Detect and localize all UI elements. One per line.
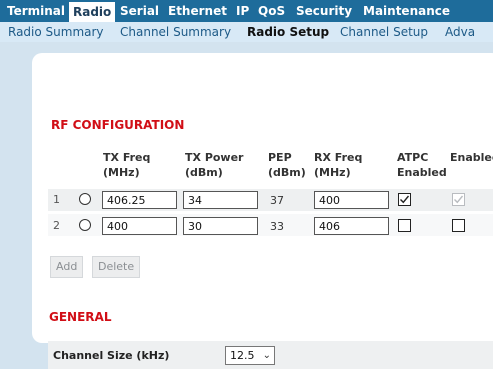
header-rx-freq-line2: (MHz) (314, 166, 351, 179)
tab-qos[interactable]: QoS (258, 0, 285, 22)
row-select-radio[interactable] (79, 193, 91, 205)
enabled-checkbox[interactable] (452, 219, 465, 232)
row-number: 1 (53, 193, 60, 206)
channel-size-label: Channel Size (kHz) (53, 349, 170, 362)
header-atpc-line2: Enabled (397, 166, 447, 179)
subnav-radio-setup[interactable]: Radio Setup (247, 22, 329, 42)
chevron-down-icon: ⌄ (262, 350, 271, 361)
subnav-advanced[interactable]: Adva (445, 22, 475, 42)
general-title: GENERAL (49, 310, 112, 324)
header-rx-freq-line1: RX Freq (314, 151, 363, 164)
tab-ip[interactable]: IP (236, 0, 249, 22)
header-pep: PEP (dBm) (268, 150, 306, 180)
pep-value: 37 (270, 194, 284, 207)
channel-size-value: 12.5 (230, 349, 255, 362)
row-number: 2 (53, 219, 60, 232)
atpc-enabled-checkbox[interactable] (398, 219, 411, 232)
sub-nav: Radio Summary Channel Summary Radio Setu… (0, 22, 493, 42)
header-tx-freq-line1: TX Freq (103, 151, 151, 164)
header-enabled: Enabled (450, 150, 493, 165)
delete-button[interactable]: Delete (92, 256, 141, 278)
tx-freq-input[interactable] (102, 191, 177, 209)
enabled-checkbox[interactable] (452, 193, 465, 206)
header-tx-power-line1: TX Power (185, 151, 244, 164)
atpc-enabled-checkbox[interactable] (398, 193, 411, 206)
subnav-channel-setup[interactable]: Channel Setup (340, 22, 428, 42)
header-tx-power-line2: (dBm) (185, 166, 223, 179)
tx-freq-input[interactable] (102, 217, 177, 235)
top-nav: Terminal Radio Serial Ethernet IP QoS Se… (0, 0, 493, 22)
tab-terminal[interactable]: Terminal (7, 0, 65, 22)
tab-ethernet[interactable]: Ethernet (168, 0, 227, 22)
tx-power-input[interactable] (183, 217, 258, 235)
subnav-radio-summary[interactable]: Radio Summary (8, 22, 104, 42)
header-pep-line2: (dBm) (268, 166, 306, 179)
header-tx-freq-line2: (MHz) (103, 166, 140, 179)
header-tx-freq: TX Freq (MHz) (103, 150, 150, 180)
tab-maintenance[interactable]: Maintenance (363, 0, 450, 22)
pep-value: 33 (270, 220, 284, 233)
header-atpc-line1: ATPC (397, 151, 429, 164)
row-select-radio[interactable] (79, 219, 91, 231)
tab-security[interactable]: Security (296, 0, 352, 22)
subnav-channel-summary[interactable]: Channel Summary (120, 22, 231, 42)
rx-freq-input[interactable] (314, 217, 389, 235)
header-enabled-line1: Enabled (450, 151, 493, 164)
tx-power-input[interactable] (183, 191, 258, 209)
channel-size-select[interactable]: 12.5 ⌄ (225, 346, 275, 365)
header-pep-line1: PEP (268, 151, 292, 164)
rf-configuration-title: RF CONFIGURATION (51, 118, 185, 132)
header-atpc-enabled: ATPC Enabled (397, 150, 447, 180)
rx-freq-input[interactable] (314, 191, 389, 209)
header-tx-power: TX Power (dBm) (185, 150, 243, 180)
add-button[interactable]: Add (50, 256, 84, 278)
tab-radio[interactable]: Radio (69, 2, 116, 22)
tab-serial[interactable]: Serial (120, 0, 159, 22)
header-rx-freq: RX Freq (MHz) (314, 150, 362, 180)
